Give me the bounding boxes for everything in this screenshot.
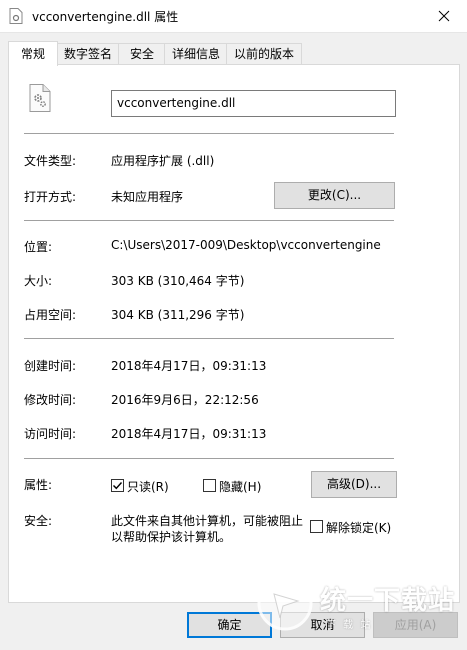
created-label: 创建时间: (24, 359, 77, 373)
accessed-value: 2018年4月17日，09:31:13 (111, 427, 267, 441)
check-icon (113, 482, 123, 490)
size-value: 303 KB (310,464 字节) (111, 274, 245, 288)
watermark-logo-icon (257, 575, 313, 631)
watermark-subtext: 下 载 站 (326, 620, 373, 631)
file-icon (9, 8, 23, 24)
divider (24, 133, 394, 134)
opens-with-value: 未知应用程序 (111, 190, 184, 204)
divider (24, 220, 394, 221)
attributes-label: 属性: (24, 478, 53, 492)
file-type-value: 应用程序扩展 (.dll) (111, 154, 215, 168)
opens-with-label: 打开方式: (24, 190, 77, 204)
tab-previous-versions[interactable]: 以前的版本 (226, 43, 302, 65)
close-button[interactable] (421, 0, 467, 32)
dll-gear-file-icon (29, 84, 51, 112)
unblock-checkbox[interactable] (310, 520, 323, 533)
divider (24, 458, 394, 459)
size-label: 大小: (24, 274, 53, 288)
accessed-label: 访问时间: (24, 427, 77, 441)
created-value: 2018年4月17日，09:31:13 (111, 359, 267, 373)
location-value: C:\Users\2017-009\Desktop\vcconvertengin… (111, 238, 381, 252)
close-icon (438, 10, 450, 22)
window-title: vcconvertengine.dll 属性 (32, 10, 179, 24)
location-label: 位置: (24, 240, 53, 254)
file-type-label: 文件类型: (24, 154, 77, 168)
watermark-text: 统一下载站 (320, 586, 456, 616)
tab-digital-signatures[interactable]: 数字签名 (56, 43, 120, 65)
tab-security[interactable]: 安全 (118, 43, 166, 65)
filename-field[interactable]: vcconvertengine.dll (111, 90, 396, 117)
size-on-disk-label: 占用空间: (24, 308, 77, 322)
security-text-line2: 以帮助保护该计算机。 (111, 530, 232, 544)
security-text-line1: 此文件来自其他计算机，可能被阻止 (111, 514, 304, 528)
hidden-label[interactable]: 隐藏(H) (219, 478, 261, 495)
title-bar: vcconvertengine.dll 属性 (0, 0, 467, 33)
readonly-checkbox[interactable] (111, 479, 124, 492)
modified-label: 修改时间: (24, 393, 77, 407)
security-label: 安全: (24, 514, 53, 528)
divider (24, 338, 394, 339)
hidden-checkbox[interactable] (203, 479, 216, 492)
unblock-label[interactable]: 解除锁定(K) (326, 519, 391, 536)
tab-details[interactable]: 详细信息 (164, 43, 228, 65)
advanced-button[interactable]: 高级(D)... (311, 471, 397, 498)
change-button[interactable]: 更改(C)... (274, 182, 395, 209)
modified-value: 2016年9月6日，22:12:56 (111, 393, 259, 407)
size-on-disk-value: 304 KB (311,296 字节) (111, 308, 245, 322)
tab-general[interactable]: 常规 (8, 41, 58, 66)
readonly-label[interactable]: 只读(R) (127, 478, 169, 495)
site-watermark: 统一下载站 下 载 站 (256, 570, 461, 642)
